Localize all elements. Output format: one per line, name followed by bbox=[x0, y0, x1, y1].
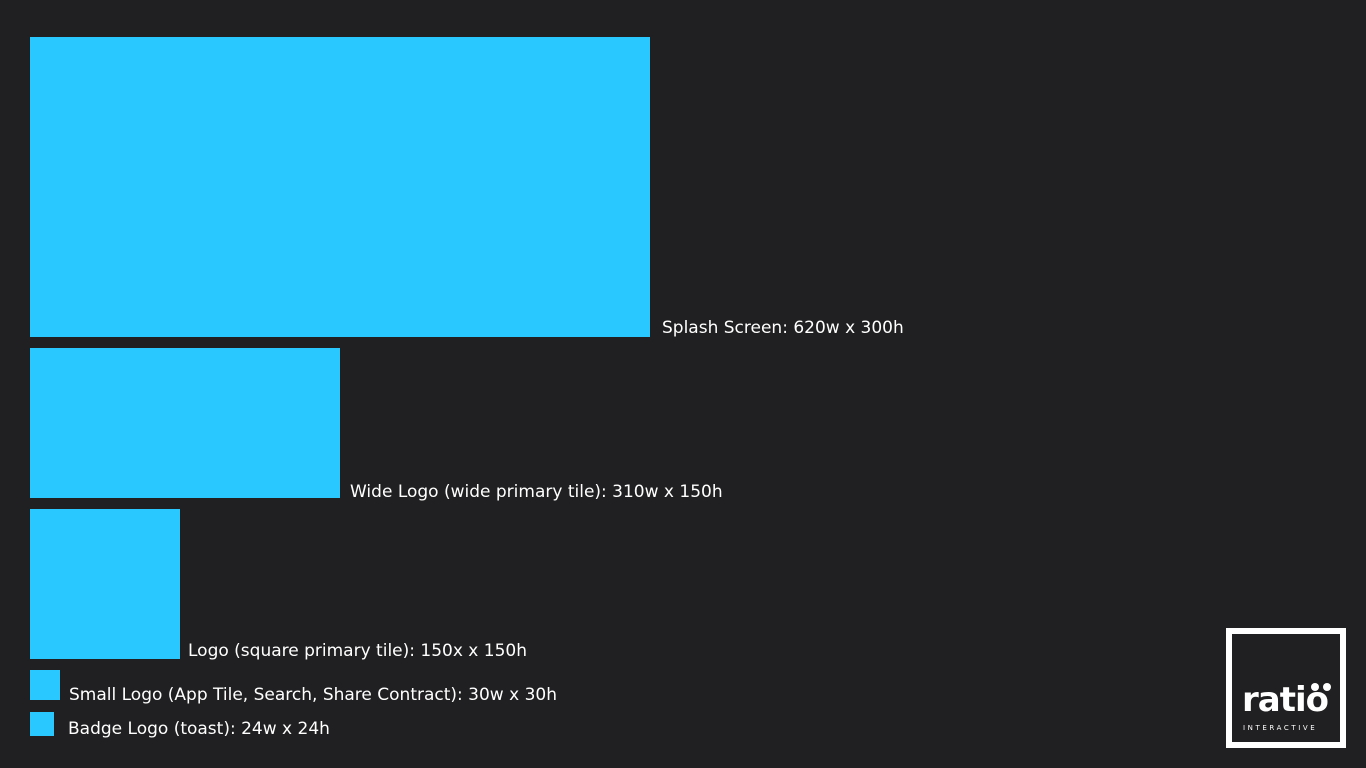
square-logo-label: Logo (square primary tile): 150x x 150h bbox=[188, 641, 527, 661]
logo-dots-icon bbox=[1311, 683, 1331, 691]
tile-size-diagram: Splash Screen: 620w x 300h Wide Logo (wi… bbox=[0, 0, 1366, 768]
badge-logo-tile bbox=[30, 712, 54, 736]
small-logo-label: Small Logo (App Tile, Search, Share Cont… bbox=[69, 685, 557, 705]
badge-logo-label: Badge Logo (toast): 24w x 24h bbox=[68, 719, 330, 739]
small-logo-tile bbox=[30, 670, 60, 700]
wide-logo-label: Wide Logo (wide primary tile): 310w x 15… bbox=[350, 482, 723, 502]
ratio-interactive-logo: ratio INTERACTIVE bbox=[1226, 628, 1346, 748]
logo-tagline: INTERACTIVE bbox=[1243, 724, 1318, 732]
logo-inner: ratio INTERACTIVE bbox=[1232, 634, 1340, 742]
splash-screen-label: Splash Screen: 620w x 300h bbox=[662, 318, 904, 338]
wide-logo-tile bbox=[30, 348, 340, 498]
square-logo-tile bbox=[30, 509, 180, 659]
splash-screen-tile bbox=[30, 37, 650, 337]
